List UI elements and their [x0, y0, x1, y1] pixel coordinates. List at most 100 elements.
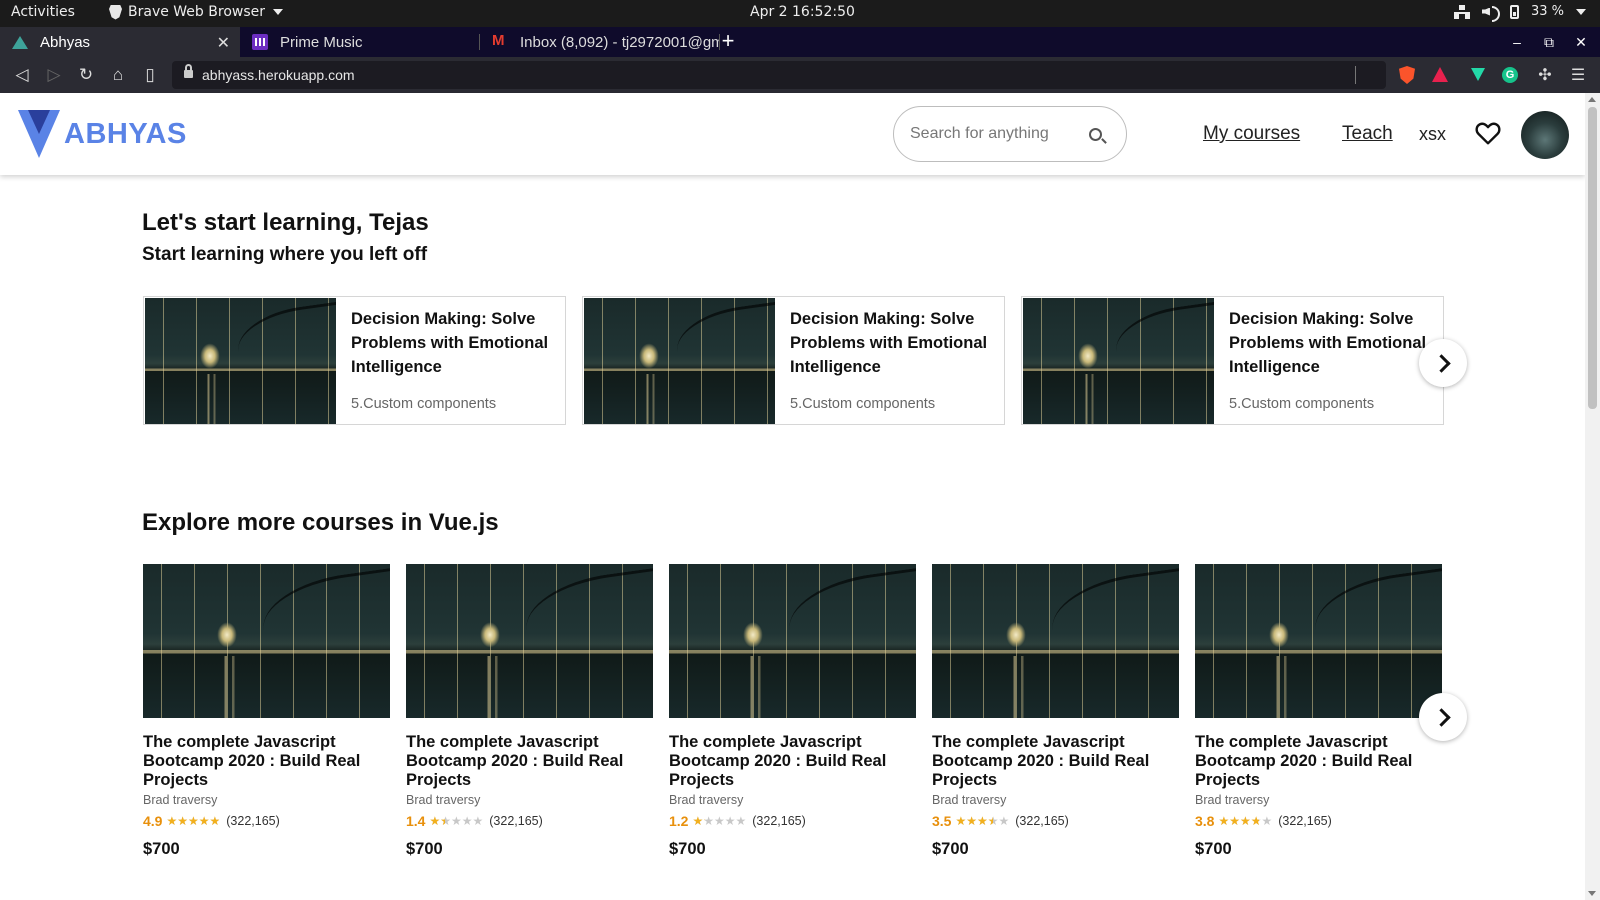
battery-percent: 33 % — [1530, 4, 1564, 19]
reload-icon[interactable]: ↻ — [75, 64, 97, 86]
review-count: (322,165) — [1015, 814, 1069, 828]
back-icon[interactable]: ◁ — [11, 64, 33, 86]
resume-subheading: Start learning where you left off — [142, 244, 428, 265]
system-tray[interactable]: 33 % — [1453, 4, 1586, 22]
lock-icon[interactable] — [184, 64, 193, 78]
brave-rewards-icon[interactable] — [1432, 67, 1448, 82]
course-title: The complete Javascript Bootcamp 2020 : … — [406, 733, 624, 789]
bookmark-icon[interactable]: ▯ — [139, 64, 161, 86]
course-card[interactable]: The complete Javascript Bootcamp 2020 : … — [143, 564, 390, 874]
new-tab-button[interactable]: + — [718, 27, 738, 57]
tab-gmail-inbox[interactable]: Inbox (8,092) - tj2972001@gm — [480, 27, 720, 57]
course-card[interactable]: The complete Javascript Bootcamp 2020 : … — [932, 564, 1179, 874]
nav-my-courses[interactable]: My courses — [1203, 123, 1300, 145]
course-thumbnail — [1023, 298, 1214, 424]
page-scrollbar[interactable] — [1585, 93, 1600, 900]
star-rating-icon: ★★★★★★★★★★ — [692, 814, 747, 828]
resume-next-arrow-icon[interactable] — [1419, 339, 1467, 387]
course-card[interactable]: The complete Javascript Bootcamp 2020 : … — [669, 564, 916, 874]
tab-strip: Abhyas ✕ Prime Music Inbox (8,092) - tj2… — [0, 27, 1600, 57]
course-price: $700 — [1195, 840, 1232, 858]
explore-heading: Explore more courses in Vue.js — [142, 509, 499, 536]
course-rating: 3.8 ★★★★★★★★★★ (322,165) — [1195, 813, 1332, 829]
app-menu-label: Brave Web Browser — [128, 4, 265, 20]
resume-course-card[interactable]: Decision Making: Solve Problems with Emo… — [582, 296, 1005, 425]
search-icon[interactable] — [1089, 128, 1102, 141]
course-author: Brad traversy — [932, 793, 1007, 807]
search-input[interactable] — [910, 121, 1080, 147]
review-count: (322,165) — [752, 814, 806, 828]
course-rating: 4.9 ★★★★★ ★★★★★ (322,165) — [143, 813, 280, 829]
tab-title: Prime Music — [280, 33, 363, 51]
tab-prime-music[interactable]: Prime Music — [240, 27, 480, 57]
resume-lesson: 5.Custom components — [790, 396, 936, 412]
home-icon[interactable]: ⌂ — [107, 64, 129, 86]
grammarly-extension-icon[interactable]: G — [1502, 67, 1518, 83]
close-tab-icon[interactable]: ✕ — [217, 33, 230, 53]
course-thumbnail — [1195, 564, 1442, 718]
course-rating: 3.5 ★★★★★★★★★★ (322,165) — [932, 813, 1069, 829]
star-rating-icon: ★★★★★★★★★★ — [166, 814, 221, 828]
course-price: $700 — [406, 840, 443, 858]
prime-music-icon — [252, 34, 268, 50]
extensions-puzzle-icon[interactable]: ✣ — [1535, 65, 1555, 85]
brave-lion-icon — [109, 4, 122, 20]
scroll-down-icon[interactable] — [1588, 891, 1596, 896]
course-price: $700 — [669, 840, 706, 858]
rating-value: 4.9 — [143, 813, 163, 829]
course-title: The complete Javascript Bootcamp 2020 : … — [932, 733, 1150, 789]
system-top-bar: Activities Brave Web Browser Apr 2 16:52… — [0, 0, 1600, 27]
site-logo[interactable]: ABHYAS — [18, 110, 187, 158]
course-title: The complete Javascript Bootcamp 2020 : … — [669, 733, 887, 789]
search-box[interactable] — [893, 106, 1127, 162]
network-icon — [1453, 4, 1470, 19]
site-header: ABHYAS My courses Teach xsx — [0, 93, 1585, 175]
close-window-button[interactable]: ✕ — [1565, 27, 1597, 57]
url-text[interactable]: abhyass.herokuapp.com — [202, 67, 355, 83]
address-bar[interactable]: abhyass.herokuapp.com — [172, 61, 1386, 89]
gmail-icon — [492, 32, 508, 49]
avatar[interactable] — [1521, 111, 1569, 159]
course-title: The complete Javascript Bootcamp 2020 : … — [1195, 733, 1413, 789]
hamburger-menu-icon[interactable]: ☰ — [1568, 65, 1588, 85]
resume-course-card[interactable]: Decision Making: Solve Problems with Emo… — [1021, 296, 1444, 425]
star-rating-icon: ★★★★★★★★★★ — [1218, 814, 1273, 828]
app-menu[interactable]: Brave Web Browser — [109, 4, 283, 20]
logo-text: ABHYAS — [64, 117, 187, 150]
restore-button[interactable]: ⧉ — [1533, 27, 1565, 57]
rating-value: 3.8 — [1195, 813, 1215, 829]
scroll-up-icon[interactable] — [1588, 97, 1596, 102]
wishlist-heart-icon[interactable] — [1475, 121, 1501, 145]
browser-toolbar: ◁ ▷ ↻ ⌂ ▯ abhyass.herokuapp.com — [0, 57, 1600, 93]
courses-next-arrow-icon[interactable] — [1419, 693, 1467, 741]
course-thumbnail — [145, 298, 336, 424]
course-card[interactable]: The complete Javascript Bootcamp 2020 : … — [406, 564, 653, 874]
rating-value: 3.5 — [932, 813, 952, 829]
resume-course-card[interactable]: Decision Making: Solve Problems with Emo… — [143, 296, 566, 425]
course-thumbnail — [932, 564, 1179, 718]
course-rating: 1.4 ★★★★★★★★★★ (322,165) — [406, 813, 543, 829]
nav-teach[interactable]: Teach — [1342, 123, 1393, 145]
username-label[interactable]: xsx — [1419, 124, 1446, 145]
clock[interactable]: Apr 2 16:52:50 — [750, 4, 855, 20]
resume-course-title: Decision Making: Solve Problems with Emo… — [1229, 310, 1427, 376]
course-price: $700 — [932, 840, 969, 858]
course-card[interactable]: The complete Javascript Bootcamp 2020 : … — [1195, 564, 1442, 874]
resume-course-title: Decision Making: Solve Problems with Emo… — [790, 310, 988, 376]
tab-title: Abhyas — [40, 33, 91, 51]
course-price: $700 — [143, 840, 180, 858]
battery-icon — [1509, 4, 1519, 19]
star-rating-icon: ★★★★★★★★★★ — [429, 814, 484, 828]
course-author: Brad traversy — [669, 793, 744, 807]
review-count: (322,165) — [1278, 814, 1332, 828]
activities-button[interactable]: Activities — [11, 4, 75, 20]
tab-abhyas[interactable]: Abhyas ✕ — [0, 27, 240, 57]
review-count: (322,165) — [489, 814, 543, 828]
address-separator — [1355, 66, 1356, 84]
forward-icon[interactable]: ▷ — [43, 64, 65, 86]
scrollbar-thumb[interactable] — [1588, 107, 1597, 409]
tab-title: Inbox (8,092) - tj2972001@gm — [520, 33, 720, 51]
vue-devtools-extension-icon[interactable] — [1471, 68, 1485, 81]
course-rating: 1.2 ★★★★★★★★★★ (322,165) — [669, 813, 806, 829]
minimize-button[interactable]: – — [1501, 27, 1533, 57]
